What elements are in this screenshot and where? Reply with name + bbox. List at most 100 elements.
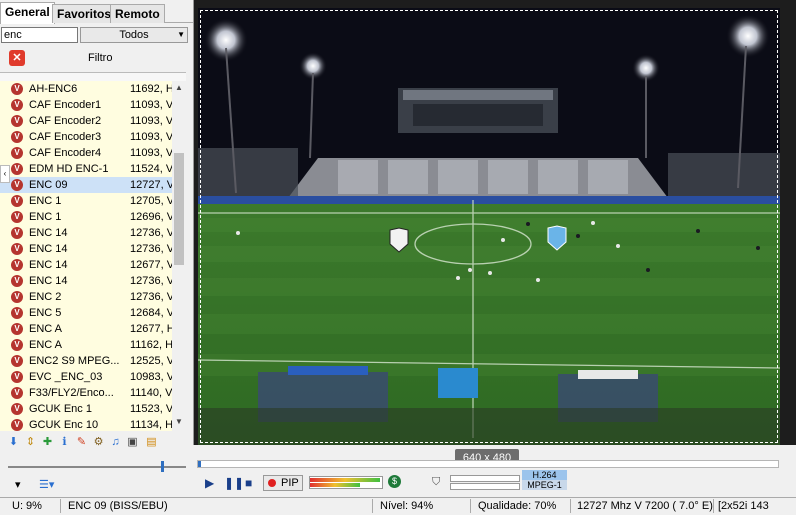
channel-row[interactable]: V ENC 5 12684, V, [0,305,176,321]
scroll-thumb[interactable] [174,153,184,265]
dropdown-arrow-icon[interactable]: ▾ [15,478,21,491]
channel-row[interactable]: V F33/FLY2/Enco... 11140, V, [0,385,175,401]
status-divider [372,499,373,513]
channel-row[interactable]: V ENC 14 12736, V, [0,241,176,257]
filter-select[interactable]: Todos ▼ [80,27,188,43]
signal-meter [309,476,383,489]
filter-select-value: Todos [119,29,149,41]
status-tuning: 12727 Mhz V 7200 ( 7.0° E) [577,500,713,512]
channel-name: ENC2 S9 MPEG... [29,355,120,367]
channel-row[interactable]: V EVC _ENC_03 10983, V, [0,369,176,385]
channel-type-icon: V [11,291,23,303]
channel-row[interactable]: V ENC2 S9 MPEG... 12525, V, [0,353,176,369]
channel-frequency: 12677, V, [130,259,177,271]
channel-name: ENC 09 [29,179,68,191]
channel-row[interactable]: V CAF Encoder1 11093, V, [0,97,176,113]
progress-position[interactable] [198,461,201,467]
status-divider [713,499,714,513]
channel-row[interactable]: V EDM HD ENC-1 11524, V, [0,161,176,177]
channel-type-icon: V [11,419,23,431]
channel-type-icon: V [11,339,23,351]
filter-label: Filtro [88,52,113,64]
volume-slider-track[interactable] [8,466,186,468]
channel-row[interactable]: V CAF Encoder4 11093, V, [0,145,176,161]
playback-progress[interactable] [197,460,779,468]
channel-frequency: 11093, V, [130,99,176,111]
channel-type-icon: V [11,355,23,367]
channel-type-icon: V [11,115,23,127]
search-input[interactable]: enc [1,27,78,43]
channel-frequency: 11093, V, [130,147,176,159]
channel-name: ENC A [29,339,63,351]
channel-frequency: 12736, V, [130,275,177,287]
channel-row[interactable]: V ENC 14 12736, V, [0,225,176,241]
status-divider [570,499,571,513]
filter-row: ✕ Filtro [0,48,193,70]
scroll-up-icon[interactable]: ▲ [172,83,186,95]
channel-row[interactable]: V ENC 1 12696, V, [0,209,176,225]
signal-level-bar [310,478,380,482]
channel-row[interactable]: V ENC A 11162, H, [0,337,176,353]
channel-type-icon: V [11,371,23,383]
pip-button[interactable]: PIP [263,475,303,491]
shield-icon[interactable]: ⛉ [432,476,440,489]
pause-icon[interactable]: ❚❚ [224,475,244,491]
channel-name: AH-ENC6 [29,83,78,95]
status-level: Nível: 94% [380,500,434,512]
tools-icon[interactable]: ⚙ [92,436,105,449]
stop-icon[interactable]: ■ [245,475,252,491]
collapse-arrow-icon[interactable]: ‹ [0,165,10,183]
folder-icon[interactable]: ▤ [145,436,158,449]
channel-row[interactable]: V ENC 1 12705, V, [0,193,176,209]
channel-name: ENC 2 [29,291,62,303]
move-icon[interactable]: ✚ [41,436,54,449]
channel-row[interactable]: V ENC 09 12727, V, [0,177,176,193]
channel-row[interactable]: V ENC 2 12736, V, [0,289,176,305]
scroll-down-icon[interactable]: ▼ [172,417,186,429]
clear-filter-icon[interactable]: ✕ [9,50,25,66]
channel-row[interactable]: V CAF Encoder2 11093, V, [0,113,175,129]
pip-label: PIP [281,477,299,489]
channel-type-icon: V [11,131,23,143]
sort-icon[interactable]: ⇕ [24,436,37,449]
channel-row[interactable]: V GCUK Enc 10 11134, H, [0,417,176,433]
channel-frequency: 11140, V, [130,387,175,399]
list-view-icon[interactable]: ☰▾ [39,478,54,491]
channel-row[interactable]: V GCUK Enc 1 11523, V, [0,401,176,417]
channel-frequency: 12677, H, [130,323,178,335]
channel-frequency: 12727, V, [130,179,177,191]
channel-list-scrollbar[interactable]: ▲ ▼ [172,81,186,431]
channel-frequency: 11093, V, [130,131,176,143]
play-icon[interactable]: ▶ [205,475,214,491]
video-display[interactable] [198,8,780,445]
tab-remoto[interactable]: Remoto [110,4,165,23]
channel-frequency: 12736, V, [130,243,177,255]
channel-row[interactable]: V AH-ENC6 11692, H, [0,81,177,97]
tab-favoritos[interactable]: Favoritos [52,4,117,23]
channel-frequency: 11523, V, [130,403,176,415]
dollar-icon[interactable]: $ [388,475,401,488]
signal-quality-bar [310,483,360,487]
tab-general[interactable]: General [0,2,55,24]
channel-name: CAF Encoder1 [29,99,102,111]
export-icon[interactable]: ▣ [126,436,139,449]
channel-row[interactable]: V ENC 14 12677, V, [0,257,176,273]
status-bar: U: 9% ENC 09 (BISS/EBU) Nível: 94% Quali… [0,497,796,515]
info-icon[interactable]: ℹ [58,436,71,449]
buffer-bar-2 [450,483,520,490]
channel-row[interactable]: V ENC A 12677, H, [0,321,178,337]
channel-frequency: 12525, V, [130,355,177,367]
channel-row[interactable]: V ENC 14 12736, V, [0,273,176,289]
volume-slider-thumb[interactable] [161,461,164,472]
channel-name: ENC 14 [29,275,68,287]
channel-row[interactable]: V CAF Encoder3 11093, V, [0,129,176,145]
view-options: ▾ ☰▾ [12,478,82,494]
down-arrow-icon[interactable]: ⬇ [7,436,20,449]
channel-type-icon: V [11,243,23,255]
video-codec: H.264 [522,470,567,480]
note-icon[interactable]: ♫ [109,436,122,449]
tag-icon[interactable]: ✎ [75,436,88,449]
channel-list: V AH-ENC6 11692, H, V CAF Encoder1 11093, V, V… [0,81,178,433]
channel-frequency: 11524, V, [130,163,176,175]
channel-name: GCUK Enc 10 [29,419,99,431]
